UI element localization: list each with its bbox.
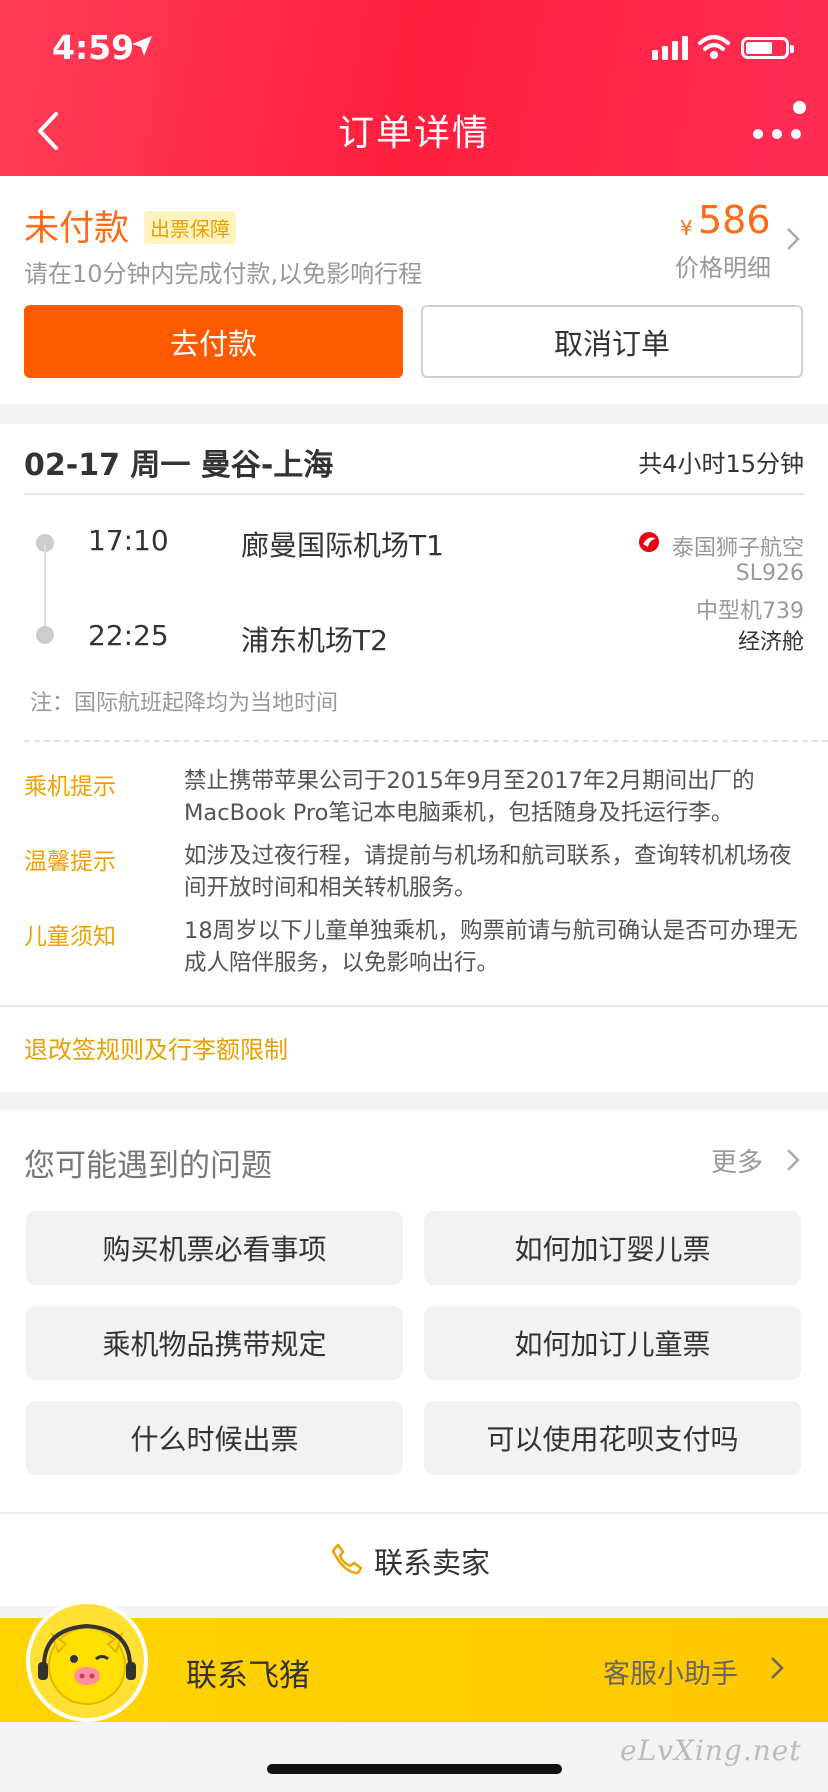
- contact-seller-label[interactable]: 联系卖家: [374, 1540, 490, 1582]
- location-arrow-icon: [132, 36, 152, 56]
- arrival-dot: [36, 626, 54, 644]
- nav-header: 4:59 订单详情: [0, 0, 828, 176]
- tip-label-boarding: 乘机提示: [24, 774, 116, 800]
- status-time: 4:59: [52, 28, 135, 67]
- tip-label-children: 儿童须知: [24, 924, 116, 950]
- tip-text-reminder: 如涉及过夜行程，请提前与机场和航司联系，查询转机机场夜间开放时间和相关转机服务。: [184, 843, 792, 901]
- price[interactable]: 586: [698, 198, 771, 242]
- order-status: 未付款: [24, 209, 130, 249]
- faq-item[interactable]: 如何加订婴儿票: [424, 1211, 801, 1285]
- price-detail-link[interactable]: 价格明细: [675, 248, 771, 283]
- contact-fliggy-label[interactable]: 联系飞猪: [186, 1650, 310, 1695]
- divider: [24, 493, 804, 495]
- arrival-time: 22:25: [88, 619, 169, 652]
- chevron-right-icon[interactable]: [786, 1148, 800, 1172]
- timeline-line: [44, 545, 46, 635]
- ticket-guarantee-badge: 出票保障: [144, 211, 236, 244]
- aircraft-type: 中型机739: [696, 599, 804, 624]
- currency-symbol: ¥: [680, 216, 693, 240]
- faq-item[interactable]: 购买机票必看事项: [26, 1211, 403, 1285]
- phone-icon: [331, 1543, 363, 1575]
- flight-duration: 共4小时15分钟: [638, 450, 804, 478]
- watermark: eLvXing.net: [620, 1734, 802, 1767]
- faq-item[interactable]: 如何加订儿童票: [424, 1306, 801, 1380]
- flight-route: 02-17 周一 曼谷-上海: [24, 448, 334, 483]
- faq-item[interactable]: 什么时候出票: [26, 1401, 403, 1475]
- pay-button[interactable]: 去付款: [24, 305, 403, 378]
- wifi-icon: [698, 35, 730, 59]
- cancel-order-button[interactable]: 取消订单: [421, 305, 803, 378]
- flight-number: SL926: [735, 561, 804, 586]
- battery-icon: [741, 37, 794, 59]
- airline-name: 泰国狮子航空: [671, 536, 804, 561]
- notification-dot: [793, 101, 806, 114]
- faq-title: 您可能遇到的问题: [24, 1148, 272, 1184]
- home-indicator: [267, 1764, 562, 1774]
- page-title: 订单详情: [337, 113, 490, 154]
- signal-icon: [652, 36, 688, 60]
- airline-logo-icon: [639, 532, 659, 552]
- arrival-airport: 浦东机场T2: [241, 624, 388, 657]
- tip-label-reminder: 温馨提示: [24, 849, 116, 875]
- faq-item[interactable]: 乘机物品携带规定: [26, 1306, 403, 1380]
- faq-more-link[interactable]: 更多: [711, 1142, 763, 1179]
- divider: [0, 1005, 828, 1007]
- dashed-divider: [24, 740, 828, 742]
- refund-rules-link[interactable]: 退改签规则及行李额限制: [24, 1030, 288, 1065]
- local-time-note: 注：国际航班起降均为当地时间: [30, 691, 339, 716]
- chevron-right-icon[interactable]: [770, 1656, 784, 1680]
- cabin-class: 经济舱: [737, 630, 804, 655]
- faq-item[interactable]: 可以使用花呗支付吗: [424, 1401, 801, 1475]
- more-icon[interactable]: [752, 128, 802, 140]
- pig-mascot-icon: [38, 1623, 136, 1705]
- tip-text-boarding: 禁止携带苹果公司于2015年9月至2017年2月期间出厂的MacBook Pro…: [184, 768, 755, 826]
- departure-airport: 廊曼国际机场T1: [241, 529, 444, 562]
- payment-hint: 请在10分钟内完成付款,以免影响行程: [24, 260, 423, 288]
- chevron-right-icon[interactable]: [786, 227, 800, 251]
- departure-time: 17:10: [88, 524, 169, 557]
- tip-text-children: 18周岁以下儿童单独乘机，购票前请与航司确认是否可办理无成人陪伴服务，以免影响出…: [184, 918, 798, 976]
- customer-assistant-link[interactable]: 客服小助手: [603, 1652, 738, 1691]
- fliggy-mascot-avatar: [26, 1600, 148, 1722]
